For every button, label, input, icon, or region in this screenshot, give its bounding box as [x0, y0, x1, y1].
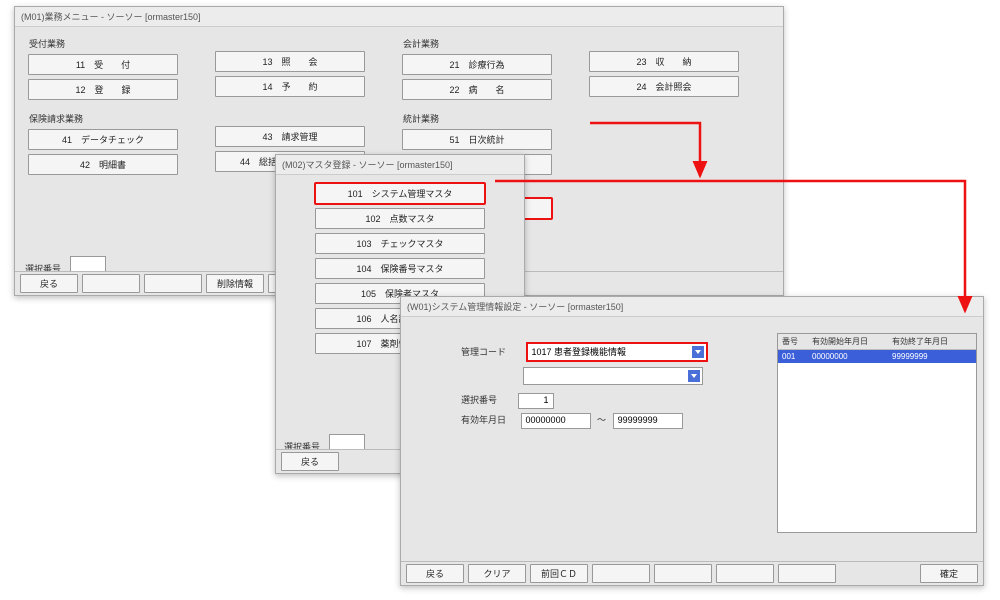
group-label-stats: 統計業務: [403, 112, 586, 125]
win3-f7[interactable]: [778, 564, 836, 583]
btn-21-treatment[interactable]: 21 診療行為: [402, 54, 552, 75]
group-label-empty2: [590, 37, 773, 47]
btn-42-detail[interactable]: 42 明細書: [28, 154, 178, 175]
row1-start: 00000000: [812, 352, 892, 361]
mgmt-code-row: 管理コード 1017 患者登録機能情報: [461, 343, 707, 361]
win1-delete-info-button[interactable]: 削除情報: [206, 274, 264, 293]
col-end: 有効終了年月日: [892, 336, 972, 347]
win1-f2[interactable]: [144, 274, 202, 293]
btn-43-billing[interactable]: 43 請求管理: [215, 126, 365, 147]
mgmt-code-select[interactable]: 1017 患者登録機能情報: [527, 343, 707, 361]
group-label-empty1: [216, 37, 399, 47]
btn-24-account-inquiry[interactable]: 24 会計照会: [589, 76, 739, 97]
row1-num: 001: [782, 352, 812, 361]
date-to-input[interactable]: 99999999: [613, 413, 683, 429]
mgmt-code-label: 管理コード: [461, 347, 506, 357]
mgmt-sub-select[interactable]: [523, 367, 703, 385]
win1-sel-input[interactable]: [70, 256, 106, 272]
win3-prevcd-button[interactable]: 前回ＣＤ: [530, 564, 588, 583]
btn-12-register[interactable]: 12 登 録: [28, 79, 178, 100]
win3-sel-input[interactable]: 1: [518, 393, 554, 409]
win3-footer: 戻る クリア 前回ＣＤ 確定: [401, 561, 983, 585]
btn-13-inquiry[interactable]: 13 照 会: [215, 51, 365, 72]
date-from-input[interactable]: 00000000: [521, 413, 591, 429]
btn-41-datacheck[interactable]: 41 データチェック: [28, 129, 178, 150]
sel-num-row: 選択番号 1: [461, 393, 554, 409]
win3-sel-label: 選択番号: [461, 395, 497, 405]
col-num: 番号: [782, 336, 812, 347]
win3-f5[interactable]: [654, 564, 712, 583]
win2-back-button[interactable]: 戻る: [281, 452, 339, 471]
group-label-reception: 受付業務: [29, 37, 212, 50]
date-label: 有効年月日: [461, 415, 506, 425]
col-start: 有効開始年月日: [812, 336, 892, 347]
win1-f1[interactable]: [82, 274, 140, 293]
group-label-insurance: 保険請求業務: [29, 112, 212, 125]
btn-103-check-master[interactable]: 103 チェックマスタ: [315, 233, 485, 254]
window-system-mgmt: (W01)システム管理情報設定 - ソーソー [ormaster150] 管理コ…: [400, 296, 984, 586]
titlebar-win3: (W01)システム管理情報設定 - ソーソー [ormaster150]: [401, 297, 983, 317]
btn-102-point-master[interactable]: 102 点数マスタ: [315, 208, 485, 229]
win3-body: 管理コード 1017 患者登録機能情報 選択番号 1 有効年月日 0000000…: [401, 317, 983, 567]
date-row: 有効年月日 00000000 ～ 99999999: [461, 413, 683, 429]
history-header: 番号 有効開始年月日 有効終了年月日: [778, 334, 976, 350]
btn-23-receipt[interactable]: 23 収 納: [589, 51, 739, 72]
win3-clear-button[interactable]: クリア: [468, 564, 526, 583]
history-list[interactable]: 番号 有効開始年月日 有効終了年月日 001 00000000 99999999: [777, 333, 977, 533]
win3-confirm-button[interactable]: 確定: [920, 564, 978, 583]
btn-22-disease[interactable]: 22 病 名: [402, 79, 552, 100]
row1-end: 99999999: [892, 352, 972, 361]
btn-101-system-master[interactable]: 101 システム管理マスタ: [315, 183, 485, 204]
group-label-empty3: [216, 112, 399, 122]
titlebar-win1: (M01)業務メニュー - ソーソー [ormaster150]: [15, 7, 783, 27]
group-label-accounting: 会計業務: [403, 37, 586, 50]
date-sep: ～: [597, 415, 606, 425]
titlebar-win2: (M02)マスタ登録 - ソーソー [ormaster150]: [276, 155, 524, 175]
win3-f6[interactable]: [716, 564, 774, 583]
win1-back-button[interactable]: 戻る: [20, 274, 78, 293]
history-row-1[interactable]: 001 00000000 99999999: [778, 350, 976, 363]
win2-sel-input[interactable]: [329, 434, 365, 450]
btn-104-insnum-master[interactable]: 104 保険番号マスタ: [315, 258, 485, 279]
win3-back-button[interactable]: 戻る: [406, 564, 464, 583]
win3-f4[interactable]: [592, 564, 650, 583]
btn-11-reception[interactable]: 11 受 付: [28, 54, 178, 75]
btn-14-reservation[interactable]: 14 予 約: [215, 76, 365, 97]
btn-51-daily[interactable]: 51 日次統計: [402, 129, 552, 150]
